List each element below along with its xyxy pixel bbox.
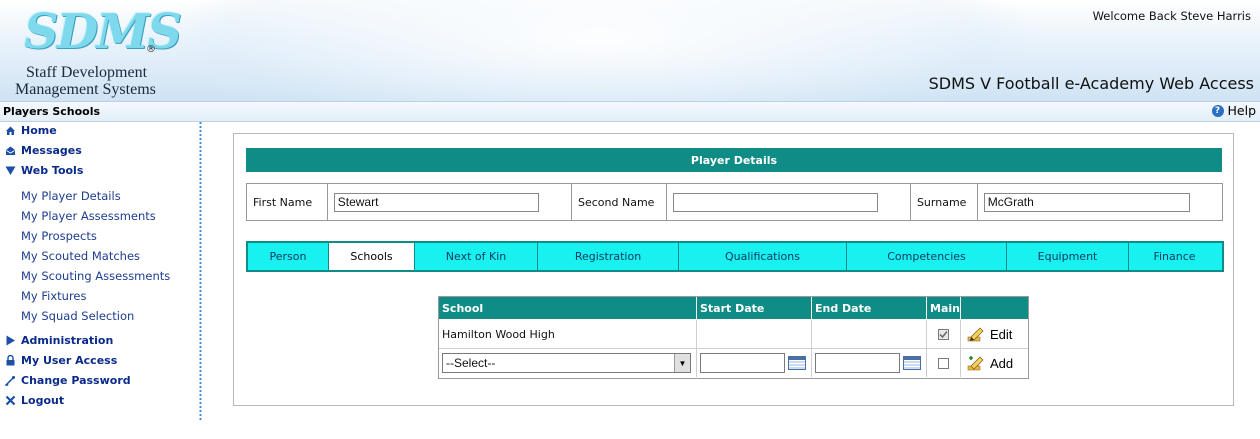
- start-date-cell: [697, 320, 812, 348]
- sidebar-subitem-my-scouted-matches[interactable]: My Scouted Matches: [21, 249, 140, 263]
- end-date-cell: [812, 320, 927, 348]
- sidebar-item-label: Messages: [21, 144, 82, 157]
- add-label: Add: [990, 355, 1014, 371]
- surname-cell: McGrath: [978, 184, 1222, 220]
- triangle-down-icon: [4, 165, 16, 177]
- sidebar-subitem-my-player-assessments[interactable]: My Player Assessments: [21, 209, 156, 223]
- tab-person[interactable]: Person: [248, 243, 329, 270]
- column-header-end-date: End Date: [812, 297, 927, 319]
- add-pencil-icon: [967, 355, 985, 371]
- tab-equipment[interactable]: Equipment: [1007, 243, 1129, 270]
- logo-text: SDMS: [24, 4, 182, 60]
- main-cell: [927, 349, 961, 377]
- sidebar-subitem-my-squad-selection[interactable]: My Squad Selection: [21, 309, 134, 323]
- sidebar-item-label: Change Password: [21, 374, 131, 387]
- column-header-main: Main: [927, 297, 961, 319]
- messages-icon: [4, 145, 16, 157]
- first-name-field[interactable]: Stewart: [333, 192, 539, 212]
- main-checkbox[interactable]: [938, 328, 949, 340]
- surname-label: Surname: [916, 195, 967, 209]
- logo-registered-mark: ®: [146, 44, 156, 55]
- sidebar-item-label: Administration: [21, 334, 114, 347]
- sidebar-item-label: Web Tools: [21, 164, 84, 177]
- sidebar-subitem-my-fixtures[interactable]: My Fixtures: [21, 289, 87, 303]
- sidebar-item-logout[interactable]: Logout: [4, 394, 64, 407]
- sidebar-item-home[interactable]: Home: [4, 124, 57, 137]
- start-date-input-cell: [697, 349, 812, 377]
- help-link[interactable]: ? Help: [1211, 103, 1257, 118]
- player-details-header: Player Details: [246, 148, 1222, 172]
- tab-schools[interactable]: Schools: [329, 243, 415, 270]
- end-date-input-cell: [812, 349, 927, 377]
- key-icon: [4, 375, 16, 387]
- player-name-row: First Name Stewart Second Name Surname M…: [246, 183, 1223, 221]
- sdms-logo[interactable]: SDMS ® Staff Development Management Syst…: [6, 2, 182, 98]
- sidebar-item-change-password[interactable]: Change Password: [4, 374, 131, 387]
- sidebar-item-my-user-access[interactable]: My User Access: [4, 354, 117, 367]
- tab-competencies[interactable]: Competencies: [847, 243, 1007, 270]
- sidebar-subitem-my-player-details[interactable]: My Player Details: [21, 189, 121, 203]
- sidebar-divider: [199, 121, 202, 421]
- second-name-label: Second Name: [578, 195, 655, 209]
- chevron-down-icon: ▼: [674, 354, 690, 372]
- logo-tagline-2: Management Systems: [15, 81, 156, 98]
- second-name-label-cell: Second Name: [572, 184, 667, 220]
- sidebar-item-web-tools[interactable]: Web Tools: [4, 164, 83, 177]
- logo-tagline-1: Staff Development: [26, 64, 148, 81]
- school-select-cell: --Select-- ▼: [439, 349, 697, 377]
- schools-table: School Start Date End Date Main Hamilton…: [438, 296, 1029, 379]
- page-title: Players Schools: [3, 105, 101, 118]
- tab-finance[interactable]: Finance: [1129, 243, 1220, 270]
- header-swoosh-decoration: [150, 0, 1050, 101]
- welcome-message: Welcome Back Steve Harris: [1092, 9, 1251, 23]
- column-header-actions: [961, 297, 1028, 319]
- triangle-right-icon: [4, 335, 16, 347]
- x-icon: [4, 395, 16, 407]
- sidebar-item-label: Logout: [21, 394, 65, 407]
- sidebar-item-label: My User Access: [21, 354, 118, 367]
- edit-pencil-icon: [967, 326, 985, 342]
- sidebar-item-administration[interactable]: Administration: [4, 334, 113, 347]
- tab-qualifications[interactable]: Qualifications: [679, 243, 847, 270]
- column-header-school: School: [439, 297, 697, 319]
- second-name-cell: [667, 184, 911, 220]
- action-cell: Edit: [961, 320, 1028, 348]
- calendar-icon[interactable]: [903, 356, 921, 370]
- sidebar-item-messages[interactable]: Messages: [4, 144, 82, 157]
- app-title: SDMS V Football e-Academy Web Access: [928, 74, 1254, 93]
- sidebar-nav: Home Messages Web Tools My Player Detail…: [0, 121, 202, 439]
- action-cell: Add: [961, 349, 1028, 377]
- first-name-label: First Name: [253, 195, 313, 209]
- start-date-input[interactable]: [700, 353, 785, 373]
- surname-label-cell: Surname: [911, 184, 978, 220]
- main-checkbox[interactable]: [938, 357, 949, 369]
- surname-field[interactable]: McGrath: [983, 192, 1190, 212]
- first-name-cell: Stewart: [328, 184, 572, 220]
- sidebar-subitem-my-scouting-assessments[interactable]: My Scouting Assessments: [21, 269, 170, 283]
- calendar-icon[interactable]: [788, 356, 806, 370]
- tab-next-of-kin[interactable]: Next of Kin: [415, 243, 538, 270]
- home-icon: [4, 125, 16, 137]
- first-name-label-cell: First Name: [247, 184, 328, 220]
- sidebar-item-label: Home: [21, 124, 57, 137]
- main-cell: [927, 320, 961, 348]
- header-banner: SDMS ® Staff Development Management Syst…: [0, 0, 1260, 101]
- question-circle-icon: ?: [1211, 104, 1224, 117]
- page-title-bar: Players Schools ? Help: [0, 101, 1260, 122]
- help-label: Help: [1227, 103, 1257, 118]
- add-button[interactable]: Add: [967, 355, 1013, 371]
- end-date-input[interactable]: [815, 353, 900, 373]
- edit-button[interactable]: Edit: [967, 326, 1012, 342]
- main-panel: Player Details First Name Stewart Second…: [233, 133, 1234, 406]
- column-header-start-date: Start Date: [697, 297, 812, 319]
- school-select[interactable]: --Select-- ▼: [442, 353, 691, 373]
- lock-icon: [4, 355, 16, 367]
- second-name-field[interactable]: [672, 192, 878, 212]
- player-tabs: Person Schools Next of Kin Registration …: [246, 241, 1224, 272]
- edit-label: Edit: [990, 326, 1013, 342]
- tab-registration[interactable]: Registration: [538, 243, 679, 270]
- sidebar-subitem-my-prospects[interactable]: My Prospects: [21, 229, 97, 243]
- school-name-cell: Hamilton Wood High: [439, 320, 697, 348]
- school-select-value: --Select--: [446, 356, 496, 370]
